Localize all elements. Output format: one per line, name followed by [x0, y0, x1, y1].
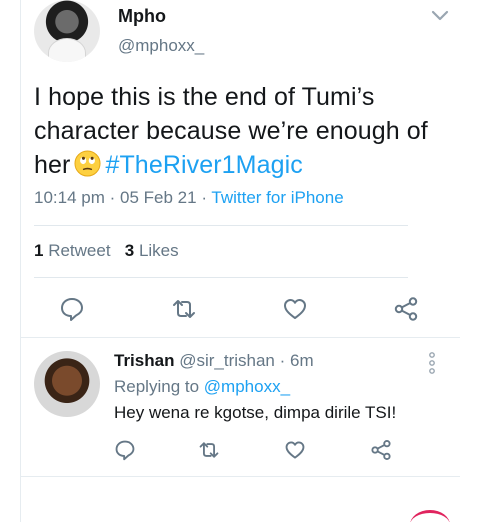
- replying-to-handle[interactable]: @mphoxx_: [204, 377, 290, 396]
- retweet-icon[interactable]: [171, 296, 197, 322]
- reply-icon[interactable]: [114, 439, 136, 461]
- divider: [20, 337, 460, 338]
- tweet-text: I hope this is the end of Tumi’s charact…: [34, 80, 454, 182]
- retweet-label: Retweet: [48, 241, 111, 260]
- emoji-eye-roll-icon: [74, 150, 101, 177]
- main-tweet[interactable]: Mpho @mphoxx_ I hope this is the end of …: [20, 0, 460, 338]
- divider: [34, 277, 408, 278]
- replying-to-label: Replying to: [114, 377, 200, 396]
- hashtag-link[interactable]: #TheRiver1Magic: [105, 151, 302, 179]
- share-icon[interactable]: [393, 296, 419, 322]
- author-name[interactable]: Mpho: [118, 6, 166, 27]
- retweet-count: 1: [34, 241, 44, 260]
- retweets-stat[interactable]: 1 Retweet: [34, 241, 111, 260]
- author-handle[interactable]: @mphoxx_: [118, 36, 204, 56]
- more-options-icon[interactable]: [428, 351, 436, 375]
- retweet-icon[interactable]: [198, 439, 220, 461]
- reply-icon[interactable]: [59, 296, 85, 322]
- like-label: Likes: [138, 241, 179, 260]
- divider: [34, 225, 408, 226]
- tweet-date: 05 Feb 21: [120, 188, 197, 207]
- like-icon[interactable]: [284, 439, 306, 461]
- reply-author-handle[interactable]: @sir_trishan: [179, 351, 275, 370]
- reply-header: Trishan @sir_trishan · 6m: [114, 351, 314, 370]
- avatar[interactable]: [34, 351, 100, 417]
- chevron-down-icon[interactable]: [430, 8, 450, 22]
- tweet-stats: 1 Retweet 3 Likes: [34, 241, 179, 261]
- replying-to: Replying to @mphoxx_: [114, 377, 290, 397]
- share-icon[interactable]: [370, 439, 392, 461]
- avatar[interactable]: [34, 0, 100, 62]
- tweet-meta: 10:14 pm · 05 Feb 21 · Twitter for iPhon…: [34, 188, 344, 207]
- reply-author-name[interactable]: Trishan: [114, 351, 174, 370]
- likes-stat[interactable]: 3 Likes: [125, 241, 179, 260]
- like-count: 3: [124, 241, 135, 260]
- tweet-source-link[interactable]: Twitter for iPhone: [211, 188, 343, 207]
- reply-tweet[interactable]: Trishan @sir_trishan · 6m Replying to @m…: [20, 339, 460, 522]
- reply-age: 6m: [290, 351, 314, 370]
- reply-text: Hey wena re kgotse, dimpa dirile TSI!: [114, 403, 397, 422]
- tweet-time: 10:14 pm: [34, 188, 105, 207]
- like-icon[interactable]: [282, 296, 308, 322]
- divider: [20, 476, 460, 477]
